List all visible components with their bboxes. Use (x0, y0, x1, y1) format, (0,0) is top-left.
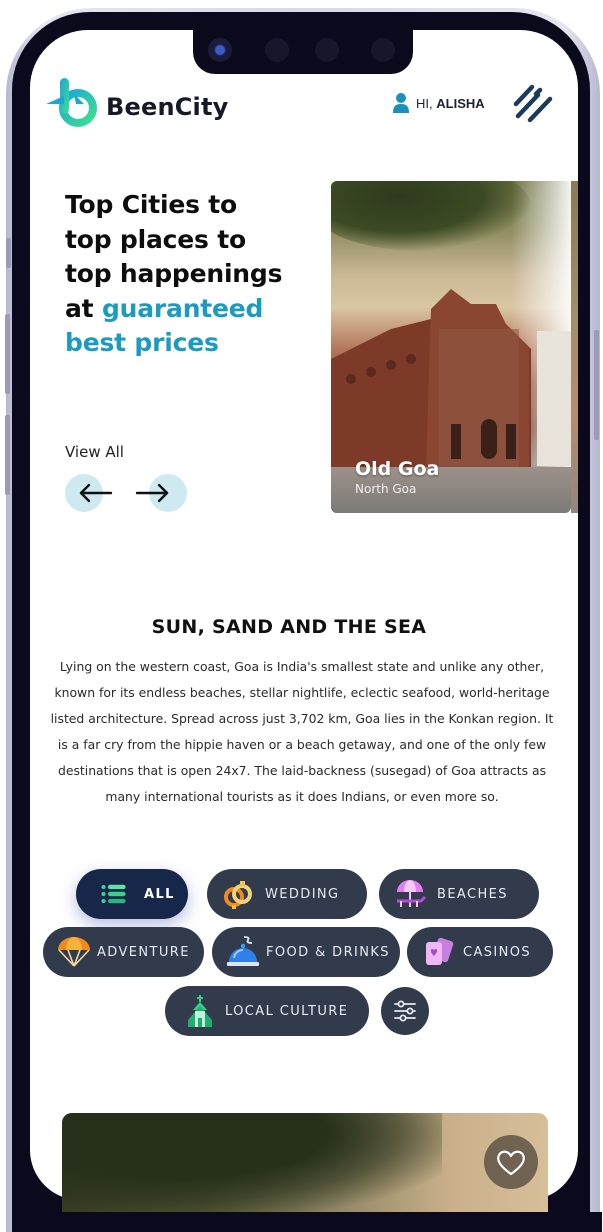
filter-button[interactable] (381, 987, 429, 1035)
chip-label: ALL (144, 886, 175, 902)
greeting-prefix: HI, (416, 95, 433, 111)
phone-side-button-volume-down (5, 415, 10, 495)
category-chip-adventure[interactable]: ADVENTURE (43, 927, 204, 977)
category-chip-beaches[interactable]: BEACHES (379, 869, 539, 919)
listing-card-image[interactable] (62, 1113, 548, 1213)
city-card[interactable]: Old Goa North Goa (331, 181, 571, 513)
user-icon (393, 93, 409, 113)
arrow-left-icon (79, 483, 113, 503)
chip-label: BEACHES (437, 886, 508, 902)
category-chip-all[interactable]: ALL (76, 869, 188, 919)
view-all-link[interactable]: View All (65, 443, 124, 461)
hero-line-prefix: at (65, 293, 102, 323)
carousel-prev-button[interactable] (65, 474, 113, 512)
card-image-building (537, 331, 571, 466)
hero-line: Top Cities to (65, 190, 238, 219)
menu-button[interactable] (510, 82, 556, 124)
chip-label: ADVENTURE (97, 944, 190, 960)
hero-accent-text: best prices (65, 328, 219, 357)
chip-label: LOCAL CULTURE (225, 1003, 349, 1019)
phone-side-button-volume-up (5, 314, 10, 394)
next-city-card-peek[interactable] (571, 181, 578, 513)
phone-side-button-power (594, 330, 599, 440)
beach-umbrella-icon (397, 880, 427, 907)
city-card-title: Old Goa (355, 458, 440, 480)
user-name: ALISHA (436, 95, 485, 111)
category-chip-local-culture[interactable]: LOCAL CULTURE (165, 986, 369, 1036)
sliders-icon (394, 1000, 416, 1022)
carousel-next-button[interactable] (135, 474, 187, 512)
brand-logo[interactable]: BeenCity (44, 74, 229, 130)
section-description: Lying on the western coast, Goa is India… (50, 659, 554, 804)
brand-name: BeenCity (106, 93, 229, 121)
heart-icon (497, 1150, 525, 1176)
sensor-icon (371, 38, 395, 62)
parachute-icon (58, 937, 90, 967)
hero-accent-text: guaranteed (101, 293, 264, 323)
sensor-icon (265, 38, 289, 62)
chip-label: WEDDING (265, 886, 340, 902)
phone-notch (193, 24, 413, 74)
card-image-foliage (331, 181, 531, 251)
food-cloche-icon (227, 936, 259, 966)
user-greeting[interactable]: HI, ALISHA (392, 92, 485, 114)
hero-line: at guaranteed (65, 292, 315, 327)
listing-image-foliage (62, 1113, 442, 1213)
category-chip-wedding[interactable]: WEDDING (207, 869, 367, 919)
menu-icon (513, 84, 553, 123)
city-card-subtitle: North Goa (355, 482, 417, 496)
phone-bottom-bezel (12, 1212, 602, 1232)
favorite-button[interactable] (484, 1135, 538, 1189)
chip-label: FOOD & DRINKS (266, 944, 390, 960)
camera-icon (208, 38, 232, 62)
chip-label: CASINOS (463, 944, 532, 960)
phone-side-button-action (6, 238, 11, 268)
church-icon (188, 995, 212, 1027)
sensor-icon (315, 38, 339, 62)
hero-line: top places to (65, 224, 246, 254)
hero-headline: Top Cities to top places to top happenin… (65, 188, 315, 361)
hero-line: top happenings (65, 259, 283, 288)
playing-cards-icon (426, 937, 454, 965)
greeting-text: HI, ALISHA (416, 96, 485, 111)
list-icon (101, 884, 126, 904)
beencity-logo-icon (46, 78, 97, 127)
section-title: SUN, SAND AND THE SEA (151, 616, 427, 638)
rings-icon (224, 881, 252, 909)
category-chip-food-drinks[interactable]: FOOD & DRINKS (212, 927, 400, 977)
arrow-right-icon (135, 483, 169, 503)
category-chip-casinos[interactable]: CASINOS (407, 927, 553, 977)
card-image-church (331, 289, 531, 469)
